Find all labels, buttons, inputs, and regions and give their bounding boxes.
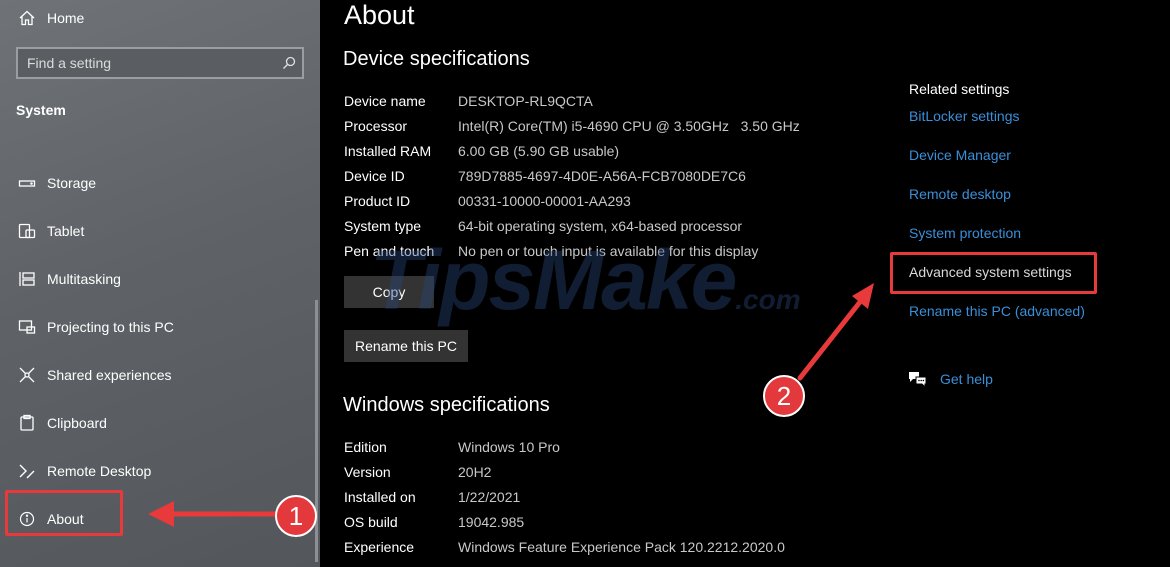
multitasking-icon <box>16 269 38 289</box>
get-help-link[interactable]: Get help <box>908 369 993 389</box>
sidebar-item-storage[interactable]: Storage <box>16 171 96 195</box>
spec-row-pen-and-touch: Pen and touch No pen or touch input is a… <box>344 240 758 262</box>
spec-row-device-id: Device ID 789D7885-4697-4D0E-A56A-FCB708… <box>344 165 746 187</box>
shared-experiences-icon <box>16 365 38 385</box>
remote-desktop-link[interactable]: Remote desktop <box>909 186 1011 202</box>
sidebar-item-remote-desktop[interactable]: Remote Desktop <box>16 459 151 483</box>
sidebar-item-tablet[interactable]: Tablet <box>16 219 84 243</box>
sidebar-item-clipboard[interactable]: Clipboard <box>16 411 107 435</box>
search-input[interactable] <box>18 55 276 71</box>
sidebar-item-label: Multitasking <box>47 271 121 287</box>
spec-value: 1/22/2021 <box>458 489 521 505</box>
spec-value: Windows 10 Pro <box>458 439 560 455</box>
spec-key: System type <box>344 218 422 234</box>
spec-key: Device ID <box>344 168 405 184</box>
spec-value: 19042.985 <box>458 514 525 530</box>
spec-row-installed-ram: Installed RAM 6.00 GB (5.90 GB usable) <box>344 140 619 162</box>
advanced-settings-highlight-box <box>890 252 1097 294</box>
sidebar-item-label: Tablet <box>47 223 85 239</box>
sidebar-item-label: Storage <box>47 175 97 191</box>
device-specifications-heading: Device specifications <box>343 48 530 70</box>
spec-row-edition: Edition Windows 10 Pro <box>344 436 560 458</box>
system-protection-link[interactable]: System protection <box>909 225 1021 241</box>
spec-row-os-build: OS build 19042.985 <box>344 511 524 533</box>
sidebar-section-system: System <box>16 102 66 118</box>
sidebar-item-multitasking[interactable]: Multitasking <box>16 267 121 291</box>
remote-desktop-icon <box>16 461 38 481</box>
spec-value: Windows Feature Experience Pack 120.2212… <box>458 539 785 555</box>
spec-value: 64-bit operating system, x64-based proce… <box>458 218 743 234</box>
spec-key: Processor <box>344 118 408 134</box>
spec-value: 00331-10000-00001-AA293 <box>458 193 631 209</box>
rename-pc-button[interactable]: Rename this PC <box>344 330 468 362</box>
spec-key: Edition <box>344 439 387 455</box>
home-icon <box>16 8 38 28</box>
tablet-icon <box>16 221 38 241</box>
spec-row-device-name: Device name DESKTOP-RL9QCTA <box>344 90 593 112</box>
search-icon[interactable] <box>276 49 302 77</box>
spec-value: DESKTOP-RL9QCTA <box>458 93 593 109</box>
copy-button[interactable]: Copy <box>344 276 434 308</box>
spec-key: OS build <box>344 514 398 530</box>
chat-help-icon <box>908 369 930 389</box>
spec-value: 6.00 GB (5.90 GB usable) <box>458 143 620 159</box>
related-settings-heading: Related settings <box>909 81 1010 97</box>
spec-row-product-id: Product ID 00331-10000-00001-AA293 <box>344 190 631 212</box>
sidebar-item-projecting[interactable]: Projecting to this PC <box>16 315 174 339</box>
spec-key: Device name <box>344 93 426 109</box>
step-badge-2: 2 <box>763 375 805 417</box>
spec-row-experience: Experience Windows Feature Experience Pa… <box>344 536 785 558</box>
spec-value: 789D7885-4697-4D0E-A56A-FCB7080DE7C6 <box>458 168 746 184</box>
spec-key: Version <box>344 464 391 480</box>
get-help-label: Get help <box>940 371 993 387</box>
sidebar-home[interactable]: Home <box>16 6 84 30</box>
windows-specifications-heading: Windows specifications <box>343 394 550 416</box>
about-highlight-box <box>5 490 123 536</box>
spec-key: Product ID <box>344 193 411 209</box>
clipboard-icon <box>16 413 38 433</box>
page-title: About <box>344 0 415 30</box>
spec-row-version: Version 20H2 <box>344 461 491 483</box>
spec-value: 20H2 <box>458 464 492 480</box>
spec-key: Pen and touch <box>344 243 435 259</box>
storage-icon <box>16 173 38 193</box>
sidebar-item-label: Shared experiences <box>47 367 172 383</box>
spec-row-system-type: System type 64-bit operating system, x64… <box>344 215 742 237</box>
spec-key: Installed RAM <box>344 143 432 159</box>
projecting-icon <box>16 317 38 337</box>
sidebar-item-label: Remote Desktop <box>47 463 152 479</box>
rename-pc-advanced-link[interactable]: Rename this PC (advanced) <box>909 303 1085 319</box>
sidebar-item-label: Projecting to this PC <box>47 319 174 335</box>
step-badge-1: 1 <box>275 495 317 537</box>
spec-value: No pen or touch input is available for t… <box>458 243 759 259</box>
find-setting-search[interactable] <box>16 47 304 79</box>
device-manager-link[interactable]: Device Manager <box>909 147 1011 163</box>
spec-row-processor: Processor Intel(R) Core(TM) i5-4690 CPU … <box>344 115 800 137</box>
bitlocker-settings-link[interactable]: BitLocker settings <box>909 108 1020 124</box>
sidebar-home-label: Home <box>47 10 85 26</box>
sidebar-item-label: Clipboard <box>47 415 107 431</box>
settings-sidebar: Home System Storage Tablet Multitasking … <box>0 0 320 567</box>
spec-key: Experience <box>344 539 415 555</box>
spec-key: Installed on <box>344 489 416 505</box>
spec-row-installed-on: Installed on 1/22/2021 <box>344 486 520 508</box>
sidebar-item-shared-experiences[interactable]: Shared experiences <box>16 363 172 387</box>
spec-value: Intel(R) Core(TM) i5-4690 CPU @ 3.50GHz … <box>458 118 800 134</box>
